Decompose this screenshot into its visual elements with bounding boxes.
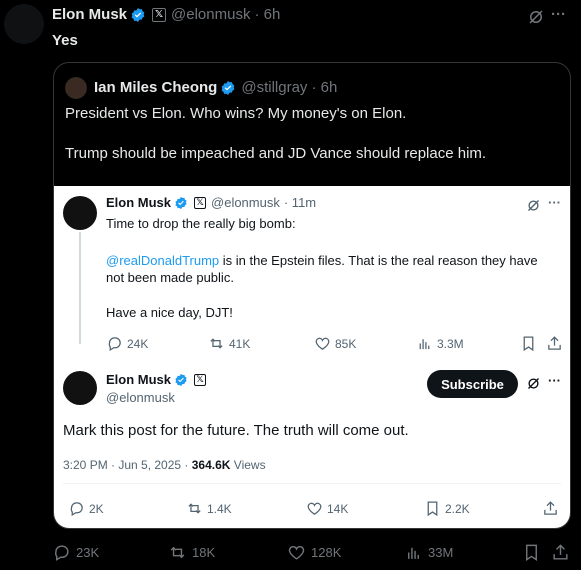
like-icon <box>306 500 323 517</box>
grok-icon[interactable] <box>527 8 545 26</box>
main-handle: @elonmusk <box>106 390 175 405</box>
tweet-time[interactable]: · 6h <box>254 6 280 23</box>
quoted-time: · 6h <box>311 79 338 96</box>
reply-metric-reposts: 41K <box>208 335 250 352</box>
subscribe-button: Subscribe <box>427 370 518 398</box>
main-metric-replies: 2K <box>68 500 104 517</box>
reply-metric-replies: 24K <box>106 335 148 352</box>
thread-line <box>79 232 81 344</box>
mention-link: @realDonaldTrump <box>106 253 220 268</box>
reply-icon <box>106 335 123 352</box>
views-icon[interactable] <box>404 543 423 562</box>
author-avatar[interactable] <box>4 4 44 44</box>
main-author-avatar <box>63 371 97 405</box>
divider <box>63 483 561 484</box>
main-metric-likes: 14K <box>306 500 348 517</box>
quoted-text-line1: President vs Elon. Who wins? My money's … <box>65 105 407 122</box>
main-header: Elon Musk 𝕏 <box>106 372 207 387</box>
main-metric-reposts: 1.4K <box>186 500 232 517</box>
share-icon <box>542 500 559 517</box>
main-text: Mark this post for the future. The truth… <box>63 422 409 439</box>
grok-icon <box>526 376 541 391</box>
grok-icon <box>526 198 541 213</box>
x-logo-icon: 𝕏 <box>152 7 167 22</box>
reply-icon <box>68 500 85 517</box>
tweet-header: Elon Musk 𝕏 @elonmusk · 6h <box>52 6 280 23</box>
reply-icon[interactable] <box>52 543 71 562</box>
repost-icon[interactable] <box>168 543 187 562</box>
more-icon: ··· <box>548 373 561 388</box>
bookmark-icon <box>520 335 537 352</box>
author-name[interactable]: Elon Musk <box>52 6 127 23</box>
reply-metric-likes: 85K <box>314 335 356 352</box>
reply-text-line2-rest: is in the Epstein files. That is the rea… <box>219 253 538 268</box>
quoted-author-name: Ian Miles Cheong <box>94 79 218 96</box>
verified-badge-icon <box>130 7 146 23</box>
embedded-screenshot: Elon Musk 𝕏 @elonmusk · 11m ··· Time to … <box>54 186 570 528</box>
quoted-text-line2: Trump should be impeached and JD Vance s… <box>65 145 487 162</box>
main-author-name: Elon Musk <box>106 372 172 387</box>
x-logo-icon: 𝕏 <box>194 196 207 209</box>
quoted-author-avatar <box>65 77 87 99</box>
views-count: 364.6K <box>191 458 231 472</box>
more-icon[interactable]: ··· <box>551 6 566 23</box>
reply-text-line3: not been made public. <box>106 270 234 285</box>
x-logo-icon: 𝕏 <box>194 373 207 386</box>
reply-author-avatar <box>63 196 97 230</box>
main-metric-bookmarks: 2.2K <box>424 500 470 517</box>
quoted-tweet-card[interactable]: Ian Miles Cheong @stillgray · 6h Preside… <box>53 62 571 529</box>
outer-metric-views[interactable]: 33M <box>404 543 453 562</box>
outer-metric-replies[interactable]: 23K <box>52 543 99 562</box>
reply-text-line4: Have a nice day, DJT! <box>106 305 233 320</box>
reply-header: Elon Musk 𝕏 @elonmusk · 11m <box>106 195 316 210</box>
repost-icon <box>186 500 203 517</box>
main-timestamp: 3:20 PM · Jun 5, 2025 · 364.6K Views <box>63 458 266 472</box>
quoted-header: Ian Miles Cheong @stillgray · 6h <box>94 79 337 96</box>
reply-metric-views: 3.3M <box>416 335 464 352</box>
reply-author-name: Elon Musk <box>106 195 172 210</box>
verified-badge-icon <box>174 196 188 210</box>
verified-badge-icon <box>220 80 236 96</box>
outer-metric-likes[interactable]: 128K <box>287 543 341 562</box>
share-icon[interactable] <box>551 543 570 562</box>
quoted-handle: @stillgray <box>241 79 308 96</box>
bookmark-icon <box>424 500 441 517</box>
bookmark-icon[interactable] <box>522 543 541 562</box>
like-icon <box>314 335 331 352</box>
tweet-text: Yes <box>52 32 78 49</box>
reply-text-line2: @realDonaldTrump is in the Epstein files… <box>106 253 538 268</box>
like-icon[interactable] <box>287 543 306 562</box>
more-icon: ··· <box>548 195 561 210</box>
share-icon <box>546 335 563 352</box>
outer-metric-reposts[interactable]: 18K <box>168 543 215 562</box>
verified-badge-icon <box>174 373 188 387</box>
reply-text-line1: Time to drop the really big bomb: <box>106 216 296 231</box>
reply-handle: @elonmusk <box>211 195 280 210</box>
views-icon <box>416 335 433 352</box>
repost-icon <box>208 335 225 352</box>
author-handle[interactable]: @elonmusk <box>171 6 250 23</box>
reply-time: · 11m <box>283 195 317 210</box>
